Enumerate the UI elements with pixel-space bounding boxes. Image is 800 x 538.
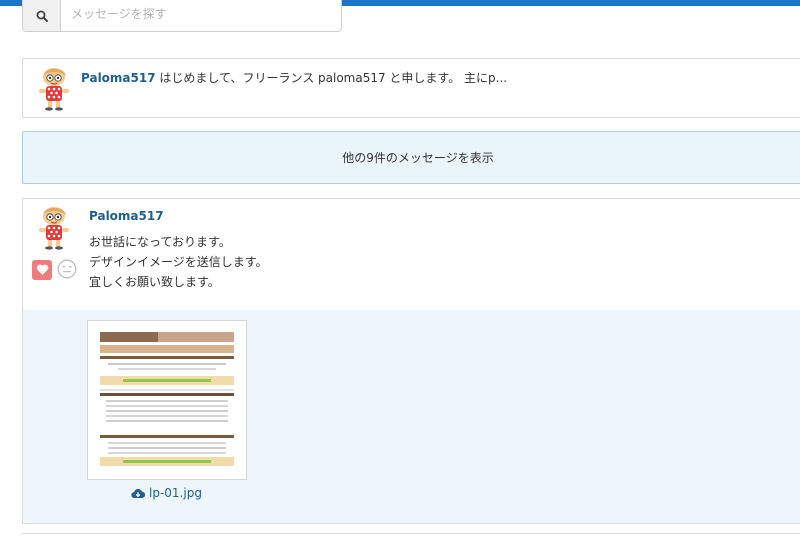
attachment-area: lp-01.jpg [23, 310, 800, 523]
message-username[interactable]: Paloma517 [81, 71, 156, 85]
search-icon [36, 10, 48, 22]
neutral-face-reaction-icon[interactable] [57, 259, 77, 279]
message-line: 宜しくお願い致します。 [89, 275, 220, 289]
message-body: お世話になっております。 デザインイメージを送信します。 宜しくお願い致します。 [89, 232, 268, 292]
attachment-thumbnail[interactable] [87, 320, 247, 480]
attachment-download-link[interactable]: lp-01.jpg [131, 486, 202, 500]
show-more-messages-button[interactable]: 他の9件のメッセージを表示 [22, 131, 800, 184]
message-item-latest: Paloma517 お世話になっております。 デザインイメージを送信します。 宜… [22, 198, 800, 524]
heart-reaction-button[interactable] [32, 260, 52, 280]
message-line: お世話になっております。 [89, 235, 231, 249]
message-preview: Paloma517 はじめまして、フリーランス paloma517 と申します。… [81, 69, 507, 86]
next-message-edge [22, 533, 800, 538]
message-line: デザインイメージを送信します。 [89, 255, 268, 269]
thumbnail-preview-image [100, 332, 234, 466]
search-input[interactable] [61, 0, 341, 29]
cloud-download-icon [131, 488, 145, 498]
avatar [39, 207, 69, 250]
message-item[interactable]: Paloma517 はじめまして、フリーランス paloma517 と申します。… [22, 58, 800, 118]
attachment-filename: lp-01.jpg [149, 486, 202, 500]
avatar [39, 68, 69, 111]
message-username[interactable]: Paloma517 [89, 209, 164, 223]
search-bar [22, 0, 342, 32]
search-button[interactable] [23, 0, 61, 31]
show-more-label: 他の9件のメッセージを表示 [342, 151, 494, 165]
message-preview-text: はじめまして、フリーランス paloma517 と申します。 主にp... [159, 71, 508, 85]
heart-reaction-icon [36, 264, 48, 275]
